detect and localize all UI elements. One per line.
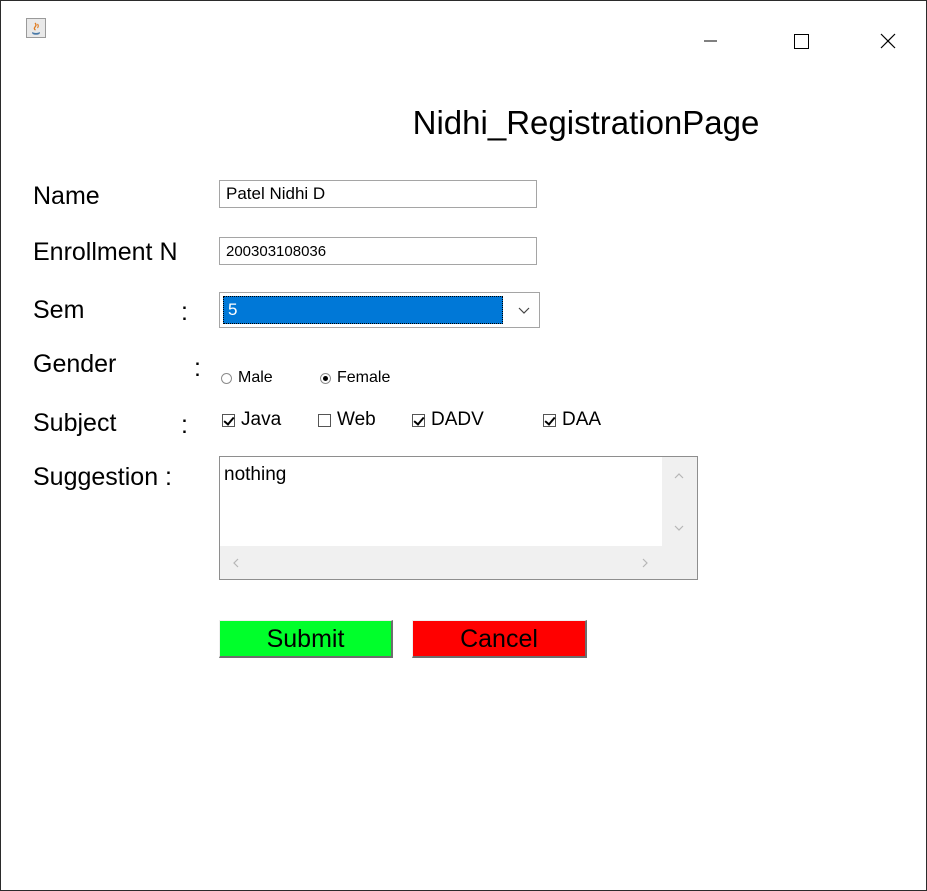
female-label: Female	[337, 369, 391, 386]
sem-label: Sem	[33, 296, 85, 324]
app-window: Nidhi_RegistrationPage Name Enrollment N…	[0, 0, 927, 891]
horizontal-scrollbar[interactable]	[220, 546, 663, 579]
gender-female-option[interactable]: Female	[320, 368, 390, 388]
java-checkbox[interactable]	[222, 413, 235, 427]
java-app-icon[interactable]	[26, 18, 46, 38]
subject-colon: :	[181, 411, 188, 439]
maximize-button[interactable]	[779, 19, 825, 51]
submit-button[interactable]: Submit	[219, 620, 393, 658]
web-label: Web	[337, 409, 376, 430]
close-icon	[880, 33, 896, 49]
sem-selected-value: 5	[223, 296, 503, 324]
daa-checkbox[interactable]	[543, 413, 556, 427]
title-bar	[1, 1, 926, 49]
minimize-button[interactable]	[687, 19, 733, 51]
gender-label: Gender	[33, 350, 117, 378]
subject-dadv-option[interactable]: DADV	[412, 408, 484, 432]
enrollment-label: Enrollment N	[33, 238, 178, 266]
dadv-checkbox[interactable]	[412, 413, 425, 427]
java-label: Java	[241, 409, 282, 430]
subject-java-option[interactable]: Java	[222, 408, 281, 432]
suggestion-textarea[interactable]: nothing	[219, 456, 698, 580]
subject-daa-option[interactable]: DAA	[543, 408, 601, 432]
scroll-up-icon	[674, 473, 684, 479]
suggestion-label: Suggestion :	[33, 463, 172, 491]
suggestion-text[interactable]: nothing	[220, 457, 663, 546]
male-radio[interactable]	[221, 372, 232, 384]
female-radio[interactable]	[320, 372, 331, 384]
gender-colon: :	[194, 354, 201, 382]
sem-select[interactable]: 5	[219, 292, 540, 328]
name-label: Name	[33, 182, 100, 210]
subject-label: Subject	[33, 409, 117, 437]
vertical-scrollbar[interactable]	[662, 457, 697, 546]
scroll-right-icon	[642, 558, 648, 568]
scroll-left-icon	[233, 558, 239, 568]
daa-label: DAA	[562, 409, 602, 430]
dadv-label: DADV	[431, 409, 484, 430]
web-checkbox[interactable]	[318, 413, 331, 427]
close-button[interactable]	[865, 19, 911, 51]
male-label: Male	[238, 369, 273, 386]
chevron-down-icon[interactable]	[517, 303, 531, 322]
sem-colon: :	[181, 298, 188, 326]
name-field[interactable]	[219, 180, 537, 208]
page-title: Nidhi_RegistrationPage	[412, 104, 760, 141]
gender-male-option[interactable]: Male	[221, 368, 273, 388]
enrollment-field[interactable]	[219, 237, 537, 265]
cancel-button[interactable]: Cancel	[412, 620, 587, 658]
scroll-down-icon	[674, 525, 684, 531]
subject-web-option[interactable]: Web	[318, 408, 376, 432]
